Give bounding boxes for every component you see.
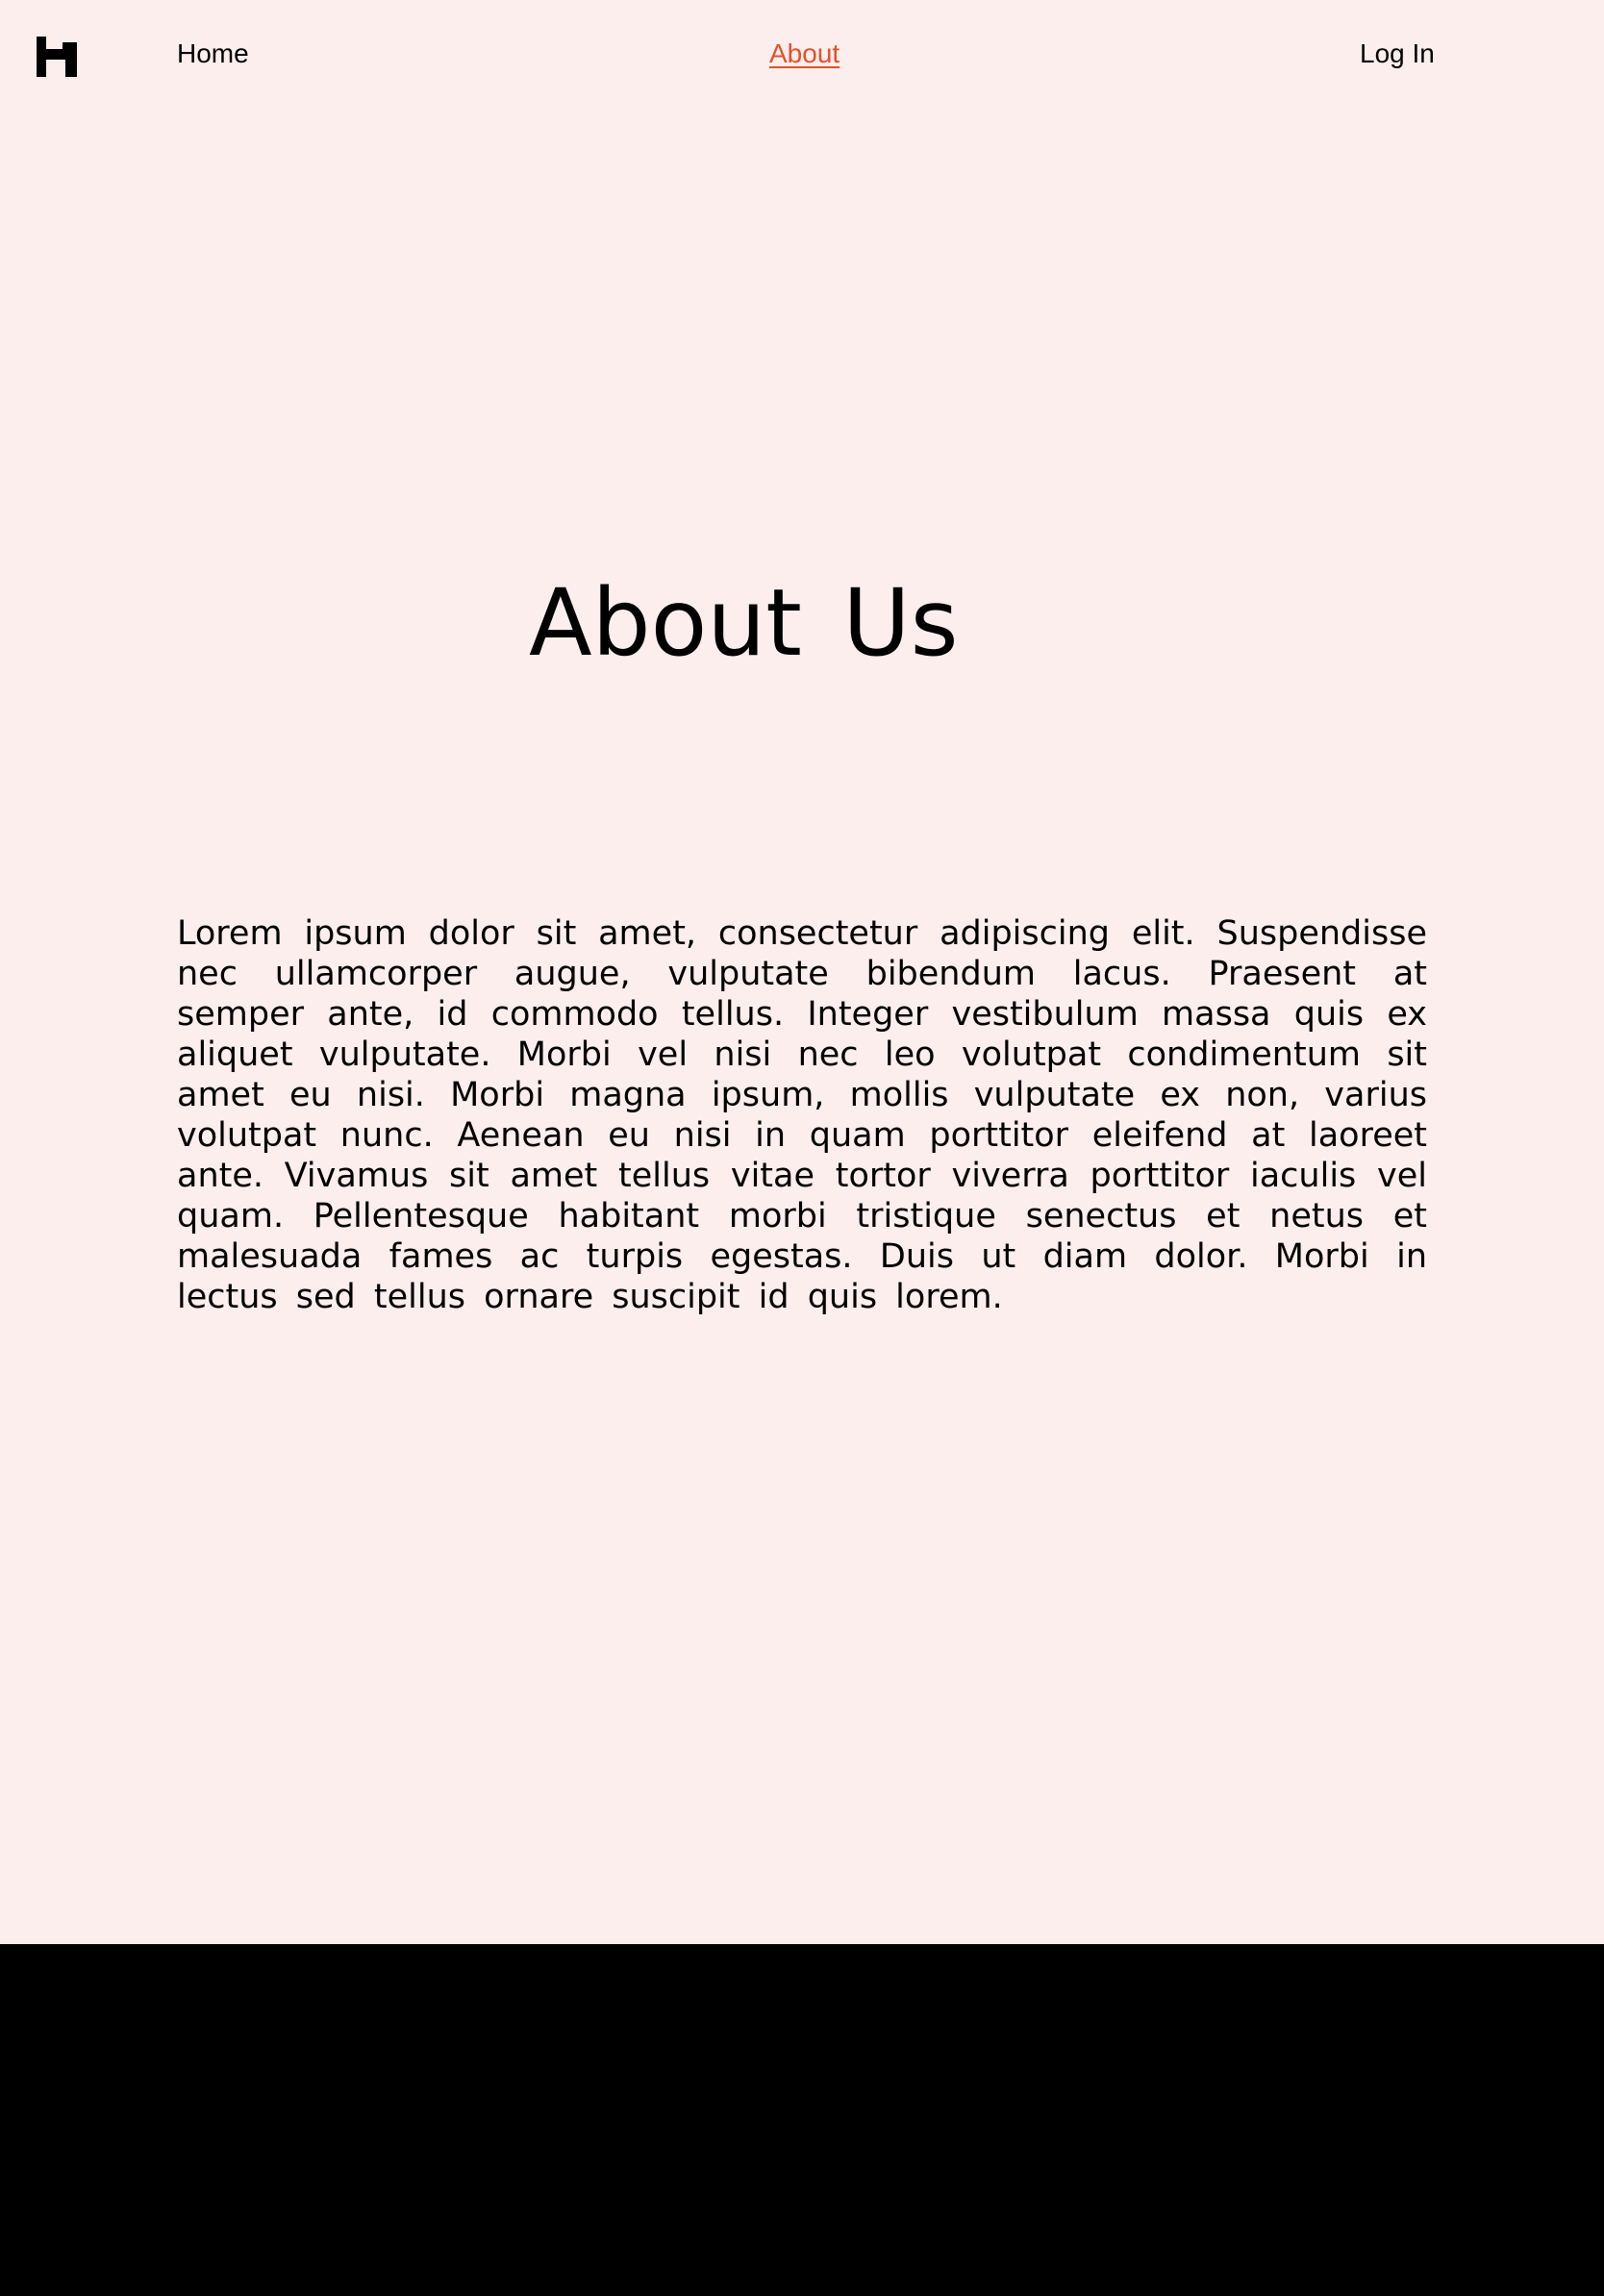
nav-home-link[interactable]: Home (177, 37, 249, 71)
about-paragraph: Lorem ipsum dolor sit amet, consectetur … (177, 914, 1427, 1316)
footer (0, 1944, 1604, 2296)
nav-login-link[interactable]: Log In (1360, 37, 1435, 71)
nav-about-link[interactable]: About (769, 37, 840, 71)
page-title: About Us (529, 569, 959, 677)
page: Home About Log In About Us Lorem ipsum d… (0, 0, 1604, 2296)
logo-h-icon[interactable] (37, 37, 79, 77)
